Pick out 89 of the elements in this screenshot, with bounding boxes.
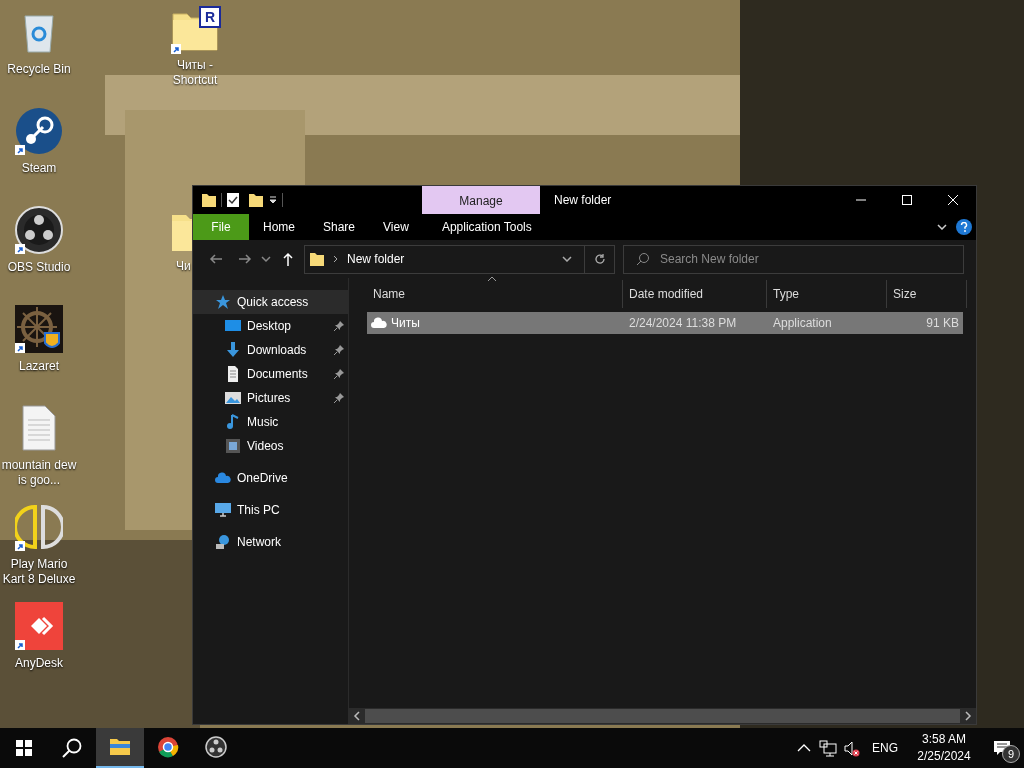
chevron-left-icon [351, 711, 363, 721]
nav-item[interactable]: This PC [193, 498, 348, 522]
arrow-left-icon [208, 252, 223, 266]
address-bar[interactable]: New folder [304, 244, 615, 274]
desktop-icon-label[interactable]: Play Mario Kart 8 Deluxe [0, 557, 78, 587]
window-title: New folder [553, 192, 612, 209]
yuzu-icon [15, 503, 63, 551]
question-mark-icon [960, 222, 968, 232]
column-header[interactable]: Size [887, 280, 967, 308]
column-header[interactable]: Date modified [623, 280, 767, 308]
steam-icon [15, 107, 63, 155]
star-icon [215, 294, 231, 310]
maximize-icon [902, 195, 912, 205]
anydesk-icon [15, 602, 63, 650]
file-size: 91 KB [925, 315, 960, 332]
desktop-icon-label[interactable]: Recycle Bin [0, 62, 78, 77]
breadcrumb-text[interactable]: New folder [347, 250, 405, 268]
document-icon [225, 366, 241, 382]
desktop-icon-label[interactable]: mountain dew is goo... [0, 458, 78, 488]
contextual-tab-header: Manage [422, 186, 540, 214]
clock[interactable]: 3:58 AM 2/25/2024 [908, 728, 980, 768]
properties-icon [226, 192, 240, 208]
obs-icon [15, 206, 63, 254]
desktop-icon-label[interactable]: Lazaret [0, 359, 78, 374]
chevron-down-icon [937, 224, 947, 230]
desktop-icon-label[interactable]: AnyDesk [0, 656, 78, 671]
network-icon [819, 739, 837, 757]
folder-icon [201, 192, 217, 208]
column-header[interactable]: Name [367, 280, 623, 308]
search-field[interactable]: Search New folder [623, 244, 964, 274]
nav-item[interactable]: Pictures [193, 386, 348, 410]
language-indicator[interactable]: ENG [868, 728, 902, 768]
search-icon [62, 738, 82, 758]
file-type: Application [772, 315, 833, 332]
shortcut-arrow-icon [171, 44, 181, 54]
chevron-down-icon [562, 256, 572, 262]
nav-item[interactable]: Documents [193, 362, 348, 386]
desktop-icon-label[interactable]: Читы - Shortcut [160, 58, 230, 88]
download-arrow-icon [225, 342, 241, 358]
speaker-muted-icon [843, 739, 861, 757]
nav-item[interactable]: OneDrive [193, 466, 348, 490]
folder-icon [109, 736, 131, 758]
folder-icon [309, 251, 325, 267]
scrollbar-thumb[interactable] [365, 709, 960, 723]
cloud-icon [215, 470, 231, 486]
arrow-right-icon [237, 252, 252, 266]
search-input[interactable]: Search New folder [660, 250, 963, 268]
picture-icon [225, 390, 241, 406]
windows-logo-icon [16, 740, 32, 756]
column-header[interactable]: Type [767, 280, 887, 308]
chevron-right-icon [333, 255, 339, 263]
folder-icon [248, 192, 264, 208]
film-icon [225, 438, 241, 454]
help-button[interactable] [956, 219, 972, 235]
obs-icon [205, 736, 227, 758]
refresh-icon [593, 253, 606, 265]
globe-network-icon [215, 534, 231, 550]
nav-item[interactable]: Music [193, 410, 348, 434]
nav-item[interactable]: Network [193, 530, 348, 554]
file-name: Читы [391, 315, 420, 332]
nav-item[interactable]: Desktop [193, 314, 348, 338]
monitor-icon [215, 502, 231, 518]
ribbon-tab[interactable]: Share [309, 214, 370, 240]
music-note-icon [225, 414, 241, 430]
dropdown-caret-icon [268, 195, 278, 205]
nav-item[interactable]: Videos [193, 434, 348, 458]
cloud-icon [371, 317, 387, 329]
chevron-up-icon [797, 743, 811, 753]
horizontal-scrollbar[interactable] [349, 708, 976, 724]
action-center-button[interactable]: 9 [980, 728, 1024, 768]
nav-item[interactable]: Quick access [193, 290, 348, 314]
ribbon-tab[interactable]: Application Tools [427, 214, 546, 240]
ribbon-tab[interactable]: View [369, 214, 423, 240]
file-row[interactable]: Читы 2/24/2024 11:38 PM Application 91 KB [367, 312, 963, 334]
ribbon-tab[interactable]: Home [249, 214, 309, 240]
notification-count-badge: 9 [1002, 745, 1020, 763]
search-icon [636, 252, 650, 266]
desktop-icon [225, 318, 241, 334]
ribbon-tab[interactable]: File [193, 214, 249, 240]
chrome-icon [157, 736, 179, 758]
ship-wheel-icon [15, 305, 63, 353]
desktop-icon-label[interactable]: OBS Studio [0, 260, 78, 275]
letter-badge: R [199, 6, 221, 28]
nav-item[interactable]: Downloads [193, 338, 348, 362]
close-icon [948, 195, 958, 205]
taskbar-app-button[interactable] [96, 728, 144, 768]
chevron-right-icon [962, 711, 974, 721]
file-date: 2/24/2024 11:38 PM [628, 315, 738, 332]
desktop-icon-label[interactable]: Steam [0, 161, 78, 176]
